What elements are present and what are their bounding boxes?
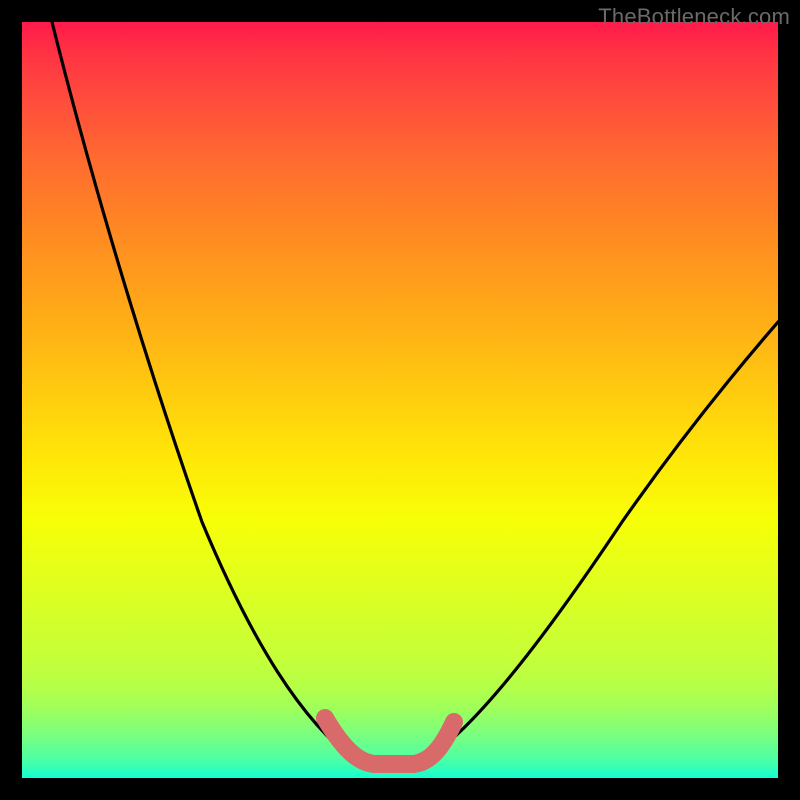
curve-group: [52, 22, 778, 764]
right-curve: [422, 322, 778, 762]
chart-svg: [22, 22, 778, 778]
valley-highlight: [325, 718, 454, 764]
plot-area: [22, 22, 778, 778]
left-curve: [52, 22, 357, 762]
watermark-text: TheBottleneck.com: [598, 4, 790, 30]
chart-container: TheBottleneck.com: [0, 0, 800, 800]
